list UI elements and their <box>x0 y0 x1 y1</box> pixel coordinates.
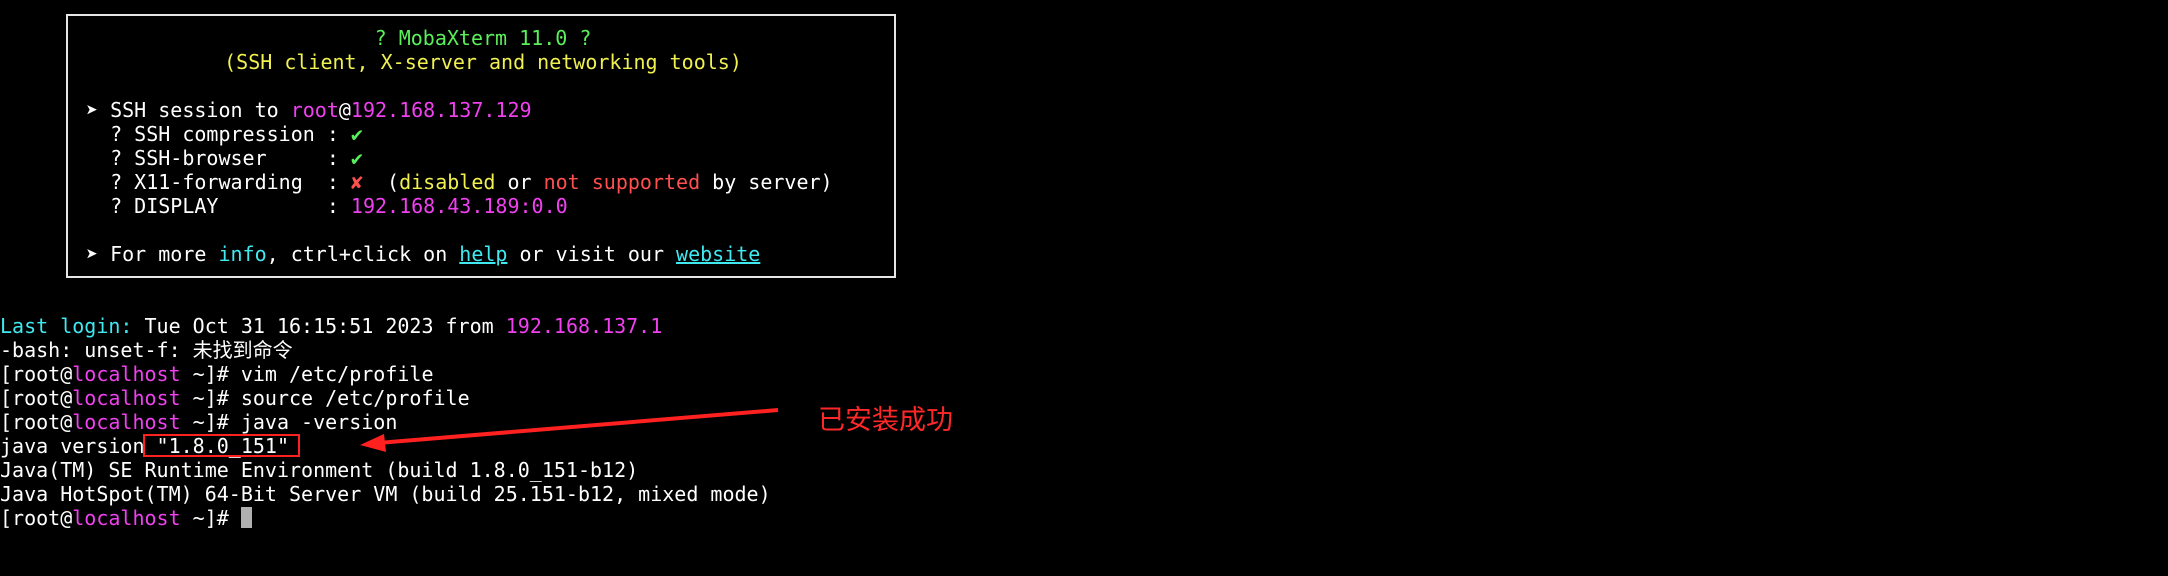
row-label: ? X11-forwarding : <box>86 170 351 194</box>
x11-forwarding-row: ? X11-forwarding : ✘ (disabled or not su… <box>86 170 833 194</box>
website-link[interactable]: website <box>676 242 760 266</box>
session-host: 192.168.137.129 <box>350 98 532 122</box>
bash-error-line: -bash: unset-f: 未找到命令 <box>0 338 293 362</box>
last-login-text: Tue Oct 31 16:15:51 2023 from <box>132 314 506 338</box>
active-prompt-line[interactable]: [root@localhost ~]# <box>0 506 252 530</box>
text-cursor <box>240 507 252 528</box>
display-value: 192.168.43.189:0.0 <box>350 194 568 218</box>
command-text: source /etc/profile <box>240 386 470 410</box>
more-info-line: ➤ For more info, ctrl+click on help or v… <box>86 242 760 266</box>
prompt-line: [root@localhost ~]# vim /etc/profile <box>0 362 434 386</box>
check-icon: ✔ <box>350 122 363 146</box>
prompt-line: [root@localhost ~]# source /etc/profile <box>0 386 470 410</box>
command-text: vim /etc/profile <box>240 362 434 386</box>
more-prefix: ➤ For more <box>86 242 219 266</box>
prompt-open: [root@ <box>0 506 73 530</box>
x11-or: or <box>495 170 544 194</box>
session-at: @ <box>338 98 351 122</box>
row-label: ? DISPLAY : <box>86 194 351 218</box>
annotation-label: 已安装成功 <box>818 405 953 436</box>
last-login-label: Last login: <box>0 314 133 338</box>
prompt-open: [root@ <box>0 386 73 410</box>
prompt-close: ~]# <box>180 362 241 386</box>
last-login-ip: 192.168.137.1 <box>505 314 663 338</box>
prompt-line: [root@localhost ~]# java -version <box>0 410 397 434</box>
banner-subtitle: (SSH client, X-server and networking too… <box>224 50 742 74</box>
terminal-window[interactable]: ? MobaXterm 11.0 ? (SSH client, X-server… <box>0 0 2168 576</box>
prompt-host: localhost <box>72 410 181 434</box>
x11-not-supported: not supported <box>543 170 701 194</box>
more-mid: , ctrl+click on <box>266 242 460 266</box>
welcome-banner: ? MobaXterm 11.0 ? (SSH client, X-server… <box>66 14 896 278</box>
session-user: root <box>290 98 339 122</box>
help-link[interactable]: help <box>459 242 507 266</box>
row-label: ? SSH compression : <box>86 122 351 146</box>
cross-icon: ✘ <box>350 170 363 194</box>
info-word: info <box>218 242 267 266</box>
more-mid2: or visit our <box>507 242 677 266</box>
check-icon: ✔ <box>350 146 363 170</box>
java-runtime-line: Java(TM) SE Runtime Environment (build 1… <box>0 458 639 482</box>
display-row: ? DISPLAY : 192.168.43.189:0.0 <box>86 194 568 218</box>
x11-disabled: disabled <box>399 170 496 194</box>
prompt-host: localhost <box>72 506 181 530</box>
ssh-compression-row: ? SSH compression : ✔ <box>86 122 363 146</box>
ssh-browser-row: ? SSH-browser : ✔ <box>86 146 363 170</box>
prompt-close: ~]# <box>180 410 241 434</box>
x11-close: by server) <box>700 170 833 194</box>
last-login-line: Last login: Tue Oct 31 16:15:51 2023 fro… <box>0 314 662 338</box>
command-text: java -version <box>240 410 398 434</box>
prompt-close: ~]# <box>180 386 241 410</box>
banner-title: ? MobaXterm 11.0 ? <box>374 26 592 50</box>
row-label: ? SSH-browser : <box>86 146 351 170</box>
session-prefix: ➤ SSH session to <box>86 98 291 122</box>
x11-open: ( <box>362 170 400 194</box>
prompt-host: localhost <box>72 386 181 410</box>
prompt-host: localhost <box>72 362 181 386</box>
version-highlight-box <box>143 434 300 457</box>
prompt-open: [root@ <box>0 362 73 386</box>
java-vm-line: Java HotSpot(TM) 64-Bit Server VM (build… <box>0 482 771 506</box>
prompt-close: ~]# <box>180 506 241 530</box>
prompt-open: [root@ <box>0 410 73 434</box>
session-line: ➤ SSH session to root@192.168.137.129 <box>86 98 532 122</box>
